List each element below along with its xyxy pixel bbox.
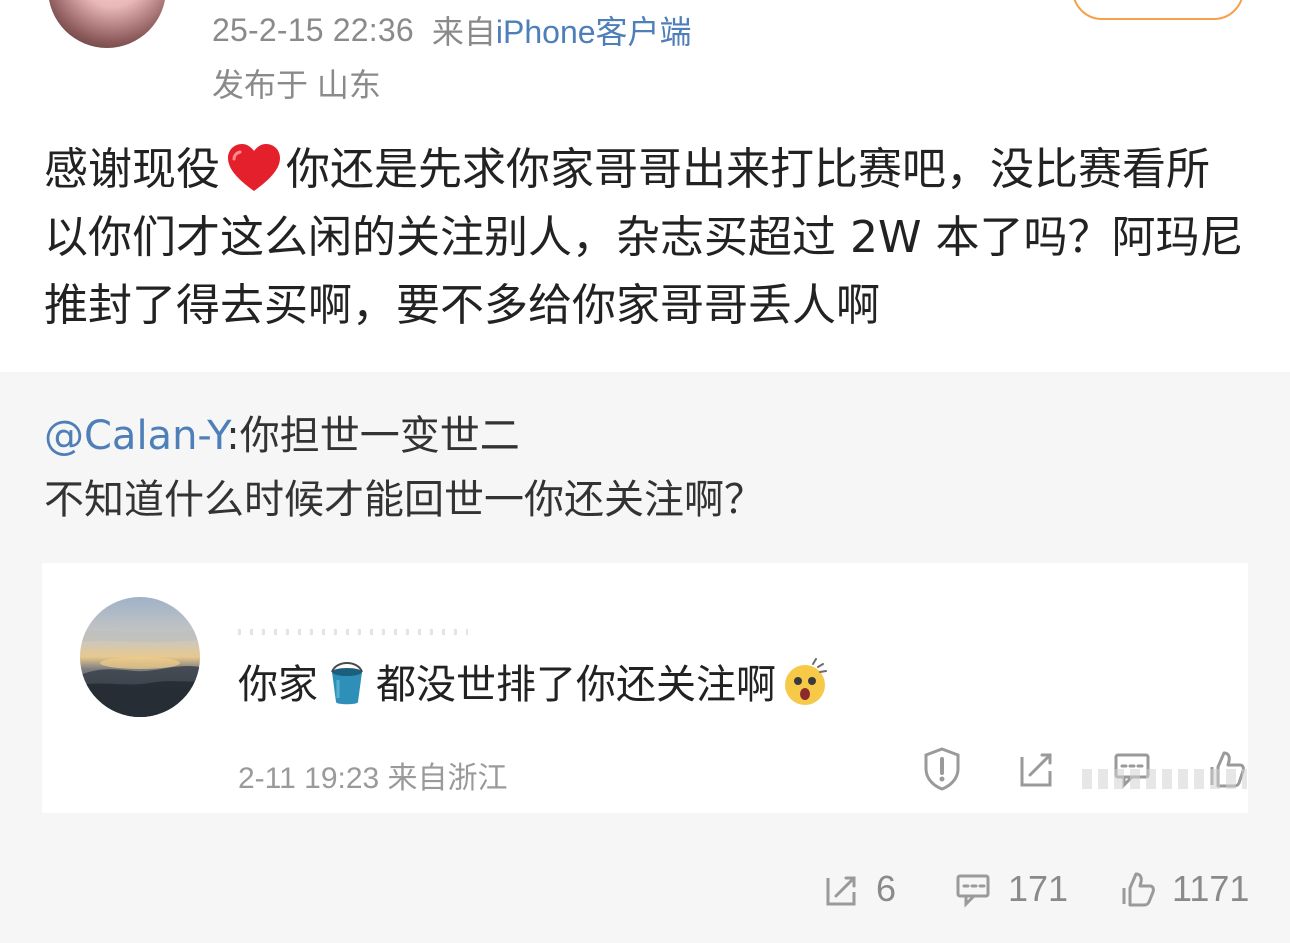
shocked-face-emoji-icon — [780, 658, 830, 708]
repost-line-1: @Calan-Y:你担世一变世二 — [44, 404, 1244, 468]
repost-edit-icon[interactable] — [1012, 745, 1060, 793]
comment-action[interactable]: 171 — [952, 868, 1068, 910]
post-source: 来自iPhone客户端 — [432, 7, 692, 53]
quoted-user-avatar[interactable] — [80, 597, 200, 717]
post-time: 25-2-15 22:36 — [212, 11, 414, 48]
like-thumb-icon — [1116, 868, 1158, 910]
quoted-comment-meta: 2-11 19:23 来自浙江 — [238, 762, 508, 795]
quoted-comment-text: 你家 都没世排了你还关注啊 — [238, 655, 834, 715]
author-avatar[interactable] — [48, 0, 166, 48]
quoted-comment-text-2: 都没世排了你还关注啊 — [376, 662, 776, 708]
post-location: 发布于 山东 — [212, 67, 381, 103]
repost-count: 6 — [876, 868, 897, 909]
post-source-client[interactable]: iPhone客户端 — [496, 14, 692, 50]
repost-line-2: 不知道什么时候才能回世一你还关注啊？ — [44, 477, 764, 523]
post-action-bar: 6 171 1171 — [0, 860, 1290, 930]
post-body-text-2: 你还是先求你家哥哥出来打比赛吧，没比赛看所以你们才这么闲的关注别人，杂志买超过 … — [44, 144, 1244, 331]
like-count: 1171 — [1172, 868, 1250, 909]
quoted-comment-text-1: 你家 — [238, 662, 318, 708]
post-meta: 25-2-15 22:36 来自iPhone客户端 — [212, 7, 692, 53]
post-body: 感谢现役 你还是先求你家哥哥出来打比赛吧，没比赛看所以你们才这么闲的关注别人，杂… — [44, 136, 1244, 340]
repost-line-1-text: :你担世一变世二 — [226, 413, 520, 459]
quoted-username-redacted — [238, 629, 468, 635]
repost-icon — [820, 868, 862, 910]
bucket-emoji-icon — [322, 658, 372, 708]
mention-link[interactable]: @Calan-Y — [44, 413, 226, 459]
like-action[interactable]: 1171 — [1116, 868, 1249, 910]
post-body-text-1: 感谢现役 — [44, 144, 220, 195]
comment-icon — [952, 868, 994, 910]
quoted-actions-overflow-fade — [1082, 769, 1247, 789]
report-shield-icon[interactable] — [918, 745, 966, 793]
comment-count: 171 — [1008, 868, 1069, 909]
post-source-prefix: 来自 — [431, 14, 496, 50]
follow-button[interactable] — [1072, 0, 1244, 20]
heart-emoji-icon — [226, 142, 282, 194]
repost-text: @Calan-Y:你担世一变世二 不知道什么时候才能回世一你还关注啊？ — [44, 404, 1244, 532]
quoted-comment-card[interactable]: 你家 都没世排了你还关注啊 2-11 19:23 来自浙江 — [42, 563, 1248, 813]
repost-action[interactable]: 6 — [820, 868, 896, 910]
